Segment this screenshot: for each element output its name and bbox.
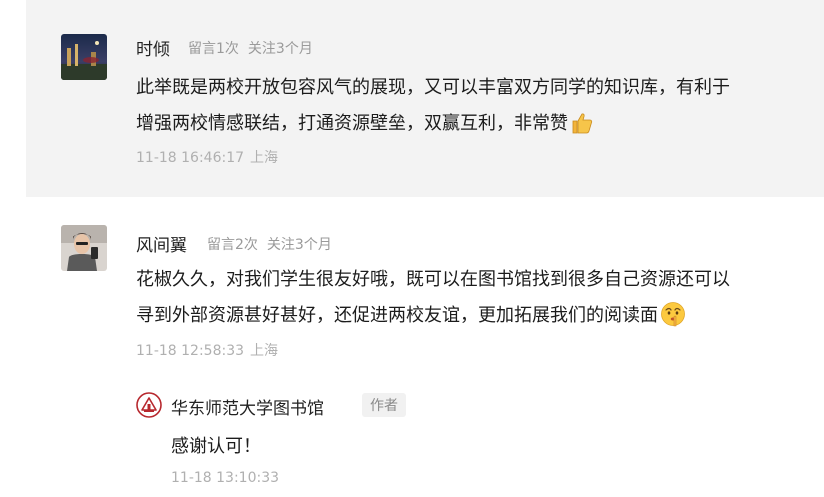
comment-line: 增强两校情感联结，打通资源壁垒，双赢互利，非常赞: [136, 113, 568, 134]
user-avatar[interactable]: [61, 225, 107, 271]
commenter-meta: 留言2次 关注3个月: [207, 234, 332, 254]
comment-timestamp: 11-18 16:46:17 上海: [136, 147, 278, 167]
commenter-meta: 留言1次 关注3个月: [188, 38, 313, 58]
comment-location: 上海: [250, 343, 279, 359]
comment-date: 11-18 12:58:33: [136, 343, 245, 359]
comment-location: 上海: [250, 150, 279, 166]
reply-text: 感谢认可！: [171, 436, 261, 457]
reply-timestamp: 11-18 13:10:33: [171, 470, 280, 486]
comment-card: 时倾 留言1次 关注3个月 此举既是两校开放包容风气的展现，又可以丰富双方同学的知…: [26, 0, 824, 197]
library-logo-icon[interactable]: [136, 392, 162, 418]
follow-duration: 关注3个月: [266, 237, 332, 253]
comment-timestamp: 11-18 12:58:33 上海: [136, 340, 278, 360]
comment-count: 留言2次: [207, 237, 258, 253]
follow-duration: 关注3个月: [247, 41, 313, 57]
comments-page: 时倾 留言1次 关注3个月 此举既是两校开放包容风气的展现，又可以丰富双方同学的知…: [0, 0, 824, 497]
comment-text: 此举既是两校开放包容风气的展现，又可以丰富双方同学的知识库，有利于 增强两校情感…: [136, 70, 730, 148]
comment-count: 留言1次: [188, 41, 239, 57]
comment-line-with-emoji: 增强两校情感联结，打通资源壁垒，双赢互利，非常赞: [136, 106, 730, 148]
thumbs-up-emoji-icon: [570, 111, 594, 148]
commenter-name[interactable]: 风间翼: [136, 231, 187, 256]
comment-line: 此举既是两校开放包容风气的展现，又可以丰富双方同学的知识库，有利于: [136, 77, 730, 98]
commenter-name[interactable]: 时倾: [136, 35, 170, 60]
shushing-face-emoji-icon: [660, 301, 686, 340]
reply-author-name[interactable]: 华东师范大学图书馆: [171, 394, 324, 419]
comment-card: 风间翼 留言2次 关注3个月 花椒久久，对我们学生很友好哦，既可以在图书馆找到很多…: [26, 198, 824, 497]
comment-line-with-emoji: 寻到外部资源甚好甚好，还促进两校友谊，更加拓展我们的阅读面: [136, 298, 730, 340]
comment-line: 花椒久久，对我们学生很友好哦，既可以在图书馆找到很多自己资源还可以: [136, 269, 730, 290]
user-avatar[interactable]: [61, 34, 107, 80]
author-badge: 作者: [362, 393, 406, 417]
comment-line: 寻到外部资源甚好甚好，还促进两校友谊，更加拓展我们的阅读面: [136, 305, 658, 326]
comment-text: 花椒久久，对我们学生很友好哦，既可以在图书馆找到很多自己资源还可以 寻到外部资源…: [136, 262, 730, 340]
comment-date: 11-18 16:46:17: [136, 150, 245, 166]
